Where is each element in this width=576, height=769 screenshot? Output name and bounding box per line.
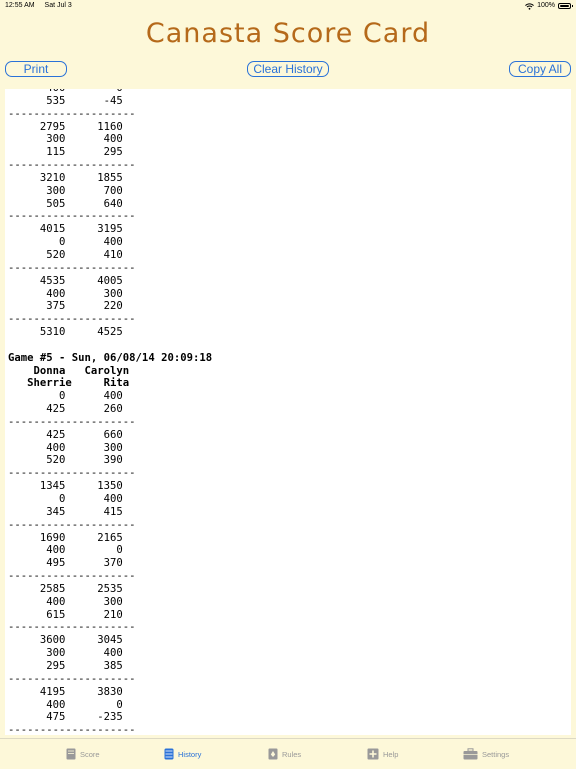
- score-line: 400 0: [8, 698, 123, 711]
- score-line: 5310 4525: [8, 326, 123, 339]
- tab-score-label: Score: [80, 749, 100, 759]
- tab-rules[interactable]: Rules: [268, 739, 301, 769]
- score-line: 495 370: [8, 557, 123, 570]
- tab-settings-label: Settings: [482, 749, 510, 759]
- separator-line: --------------------: [8, 467, 136, 480]
- separator-line: --------------------: [8, 107, 136, 120]
- score-line: 375 220: [8, 300, 123, 313]
- separator-line: --------------------: [8, 159, 136, 172]
- clear-history-button[interactable]: Clear History: [247, 61, 329, 77]
- score-line: 3600 3045: [8, 634, 123, 647]
- score-line: 400 300: [8, 595, 123, 608]
- separator-line: --------------------: [8, 724, 136, 735]
- score-line: 475 -235: [8, 711, 123, 724]
- score-line: 520 390: [8, 454, 123, 467]
- score-icon: [66, 748, 76, 760]
- score-line: 0 400: [8, 493, 123, 505]
- help-icon: [367, 748, 379, 760]
- score-line: 2795 1160: [8, 120, 123, 133]
- score-line: 1690 2165: [8, 531, 123, 544]
- score-line: 345 415: [8, 505, 123, 518]
- score-line: 425 660: [8, 428, 123, 441]
- score-line: 535 -45: [8, 94, 123, 107]
- score-line: 2585 2535: [8, 582, 123, 595]
- score-line: 4195 3830: [8, 685, 123, 698]
- separator-line: --------------------: [8, 415, 136, 428]
- history-log: 400 0 535 -45 -------------------- 2795 …: [8, 89, 212, 735]
- game-header-line: Game #5 - Sun, 06/08/14 20:09:18: [8, 351, 213, 364]
- score-line: 400 300: [8, 287, 123, 300]
- separator-line: --------------------: [8, 210, 136, 223]
- score-line: 520 410: [8, 248, 123, 261]
- copy-all-button[interactable]: Copy All: [509, 61, 571, 77]
- score-line: 615 210: [8, 608, 123, 621]
- score-line: 400 300: [8, 441, 123, 454]
- battery-icon: [558, 3, 573, 9]
- status-time: 12:55 AM: [5, 2, 35, 9]
- separator-line: --------------------: [8, 672, 136, 685]
- app-title: Canasta Score Card: [145, 18, 431, 49]
- score-line: Sherrie Rita: [8, 377, 130, 390]
- score-line: 115 295: [8, 146, 123, 159]
- score-line: 4015 3195: [8, 223, 123, 236]
- score-line: 400 0: [8, 89, 123, 94]
- tab-rules-label: Rules: [282, 749, 302, 759]
- wifi-icon: [525, 2, 534, 10]
- tab-settings[interactable]: Settings: [463, 739, 509, 769]
- score-line: 4535 4005: [8, 274, 123, 287]
- battery-percent: 100%: [537, 2, 555, 9]
- status-bar: 12:55 AM Sat Jul 3 100%: [0, 0, 576, 12]
- settings-icon: [463, 748, 478, 760]
- tab-help-label: Help: [383, 749, 399, 759]
- rules-icon: [268, 748, 278, 760]
- score-line: 505 640: [8, 197, 123, 210]
- separator-line: --------------------: [8, 570, 136, 583]
- score-line: 295 385: [8, 659, 123, 672]
- tab-help[interactable]: Help: [367, 739, 398, 769]
- score-line: 0 400: [8, 236, 123, 249]
- history-icon: [164, 748, 174, 760]
- print-button[interactable]: Print: [5, 61, 67, 77]
- score-line: 1345 1350: [8, 480, 123, 493]
- separator-line: --------------------: [8, 261, 136, 274]
- score-line: 300 700: [8, 184, 123, 197]
- separator-line: --------------------: [8, 313, 136, 326]
- history-text-view[interactable]: 400 0 535 -45 -------------------- 2795 …: [5, 89, 571, 735]
- score-line: 425 260: [8, 403, 123, 416]
- score-line: Donna Carolyn: [8, 364, 130, 377]
- score-line: 300 400: [8, 647, 123, 660]
- status-date: Sat Jul 3: [44, 2, 72, 9]
- separator-line: --------------------: [8, 518, 136, 531]
- score-line: 300 400: [8, 133, 123, 146]
- score-line: 3210 1855: [8, 171, 123, 184]
- separator-line: --------------------: [8, 621, 136, 634]
- tab-history[interactable]: History: [164, 739, 201, 769]
- tab-score[interactable]: Score: [66, 739, 100, 769]
- tab-bar: Score History Rules Help Settings: [0, 738, 576, 768]
- tab-history-label: History: [178, 749, 202, 759]
- score-line: 400 0: [8, 544, 123, 557]
- score-line: 0 400: [8, 390, 123, 403]
